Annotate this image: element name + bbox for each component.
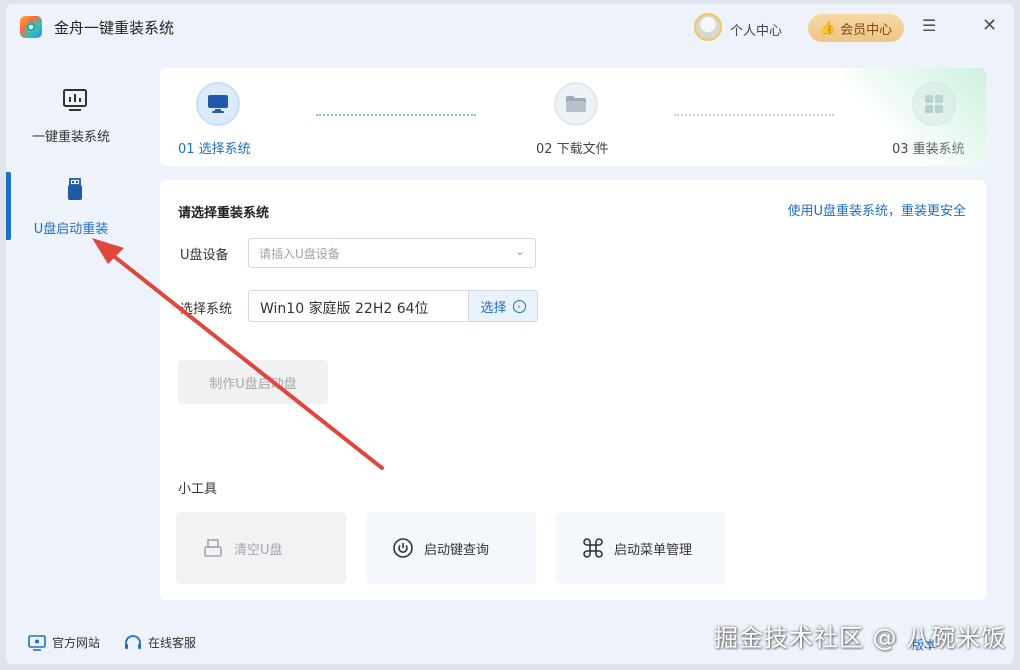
clear-usb-tool[interactable]: 清空U盘 (176, 512, 346, 584)
monitor-chart-icon (63, 89, 87, 111)
step-3-circle (912, 82, 956, 126)
tool-label: 启动菜单管理 (614, 542, 693, 558)
tools-title: 小工具 (178, 482, 218, 497)
usb-clear-icon (204, 539, 222, 557)
power-icon (393, 538, 413, 558)
main-panel: 请选择重装系统 使用U盘重装系统，重装更安全 U盘设备 请插入U盘设备 ⌄ 选择… (160, 180, 986, 600)
vip-center-label: 会员中心 (840, 22, 893, 38)
sidebar-item-label: 一键重装系统 (31, 130, 110, 145)
make-usb-boot-button[interactable]: 制作U盘启动盘 (178, 360, 328, 404)
system-field[interactable]: Win10 家庭版 22H2 64位 (248, 290, 468, 322)
headset-icon (125, 634, 141, 649)
user-center-link[interactable]: 个人中心 (730, 20, 782, 39)
select-button-label: 选择 (480, 300, 507, 316)
thumbs-up-icon: 👍 (819, 20, 837, 36)
title-bar: 金舟一键重装系统 个人中心 👍 会员中心 ☰ ✕ (6, 4, 1014, 52)
chevron-right-circle-icon: › (512, 299, 526, 313)
sidebar-item-label: U盘启动重装 (33, 222, 109, 237)
step-2-circle (554, 82, 598, 126)
footer-support-label: 在线客服 (148, 636, 197, 650)
app-window: 金舟一键重装系统 个人中心 👍 会员中心 ☰ ✕ 一键重装系统 U盘启动重装 0… (6, 4, 1014, 664)
chevron-down-icon: ⌄ (514, 244, 525, 258)
tool-label: 清空U盘 (234, 542, 283, 558)
tool-label: 启动键查询 (424, 542, 490, 558)
step-1-label: 01 选择系统 (178, 142, 251, 157)
select-system-button[interactable]: 选择 › (468, 290, 538, 322)
usb-safe-link[interactable]: 使用U盘重装系统，重装更安全 (787, 200, 966, 219)
usb-device-select[interactable]: 请插入U盘设备 ⌄ (248, 238, 536, 268)
app-logo-icon (20, 16, 42, 38)
official-website-link[interactable]: 官方网站 (28, 634, 100, 651)
command-icon (583, 538, 603, 558)
monitor-icon (208, 95, 228, 113)
footer-website-label: 官方网站 (52, 636, 101, 650)
vip-center-button[interactable]: 👍 会员中心 (808, 14, 904, 42)
close-icon[interactable]: ✕ (982, 15, 997, 36)
section-title: 请选择重装系统 (178, 206, 270, 221)
menu-icon[interactable]: ☰ (922, 16, 936, 35)
step-connector (316, 114, 476, 116)
app-title: 金舟一键重装系统 (54, 19, 175, 37)
step-2-label: 02 下载文件 (536, 142, 609, 157)
sidebar-item-one-click-reinstall[interactable]: 一键重装系统 (6, 86, 154, 158)
online-support-link[interactable]: 在线客服 (124, 634, 196, 651)
boot-key-query-tool[interactable]: 启动键查询 (366, 512, 536, 584)
watermark: 掘金技术社区 @ 八碗米饭 (714, 624, 1007, 652)
device-placeholder: 请插入U盘设备 (259, 247, 340, 261)
website-monitor-icon (28, 634, 46, 651)
sidebar: 一键重装系统 U盘启动重装 (6, 52, 154, 612)
sidebar-item-usb-reinstall[interactable]: U盘启动重装 (6, 172, 154, 244)
step-connector (674, 114, 834, 116)
boot-menu-management-tool[interactable]: 启动菜单管理 (556, 512, 726, 584)
folder-icon (566, 96, 586, 112)
system-label: 选择系统 (180, 302, 233, 317)
usb-drive-icon (68, 178, 82, 200)
grid-icon (925, 95, 943, 113)
avatar[interactable] (694, 13, 722, 41)
step-3-label: 03 重装系统 (892, 142, 965, 157)
device-label: U盘设备 (180, 248, 229, 263)
step-1-circle (196, 82, 240, 126)
steps-panel: 01 选择系统 02 下载文件 03 重装系统 (160, 68, 986, 166)
